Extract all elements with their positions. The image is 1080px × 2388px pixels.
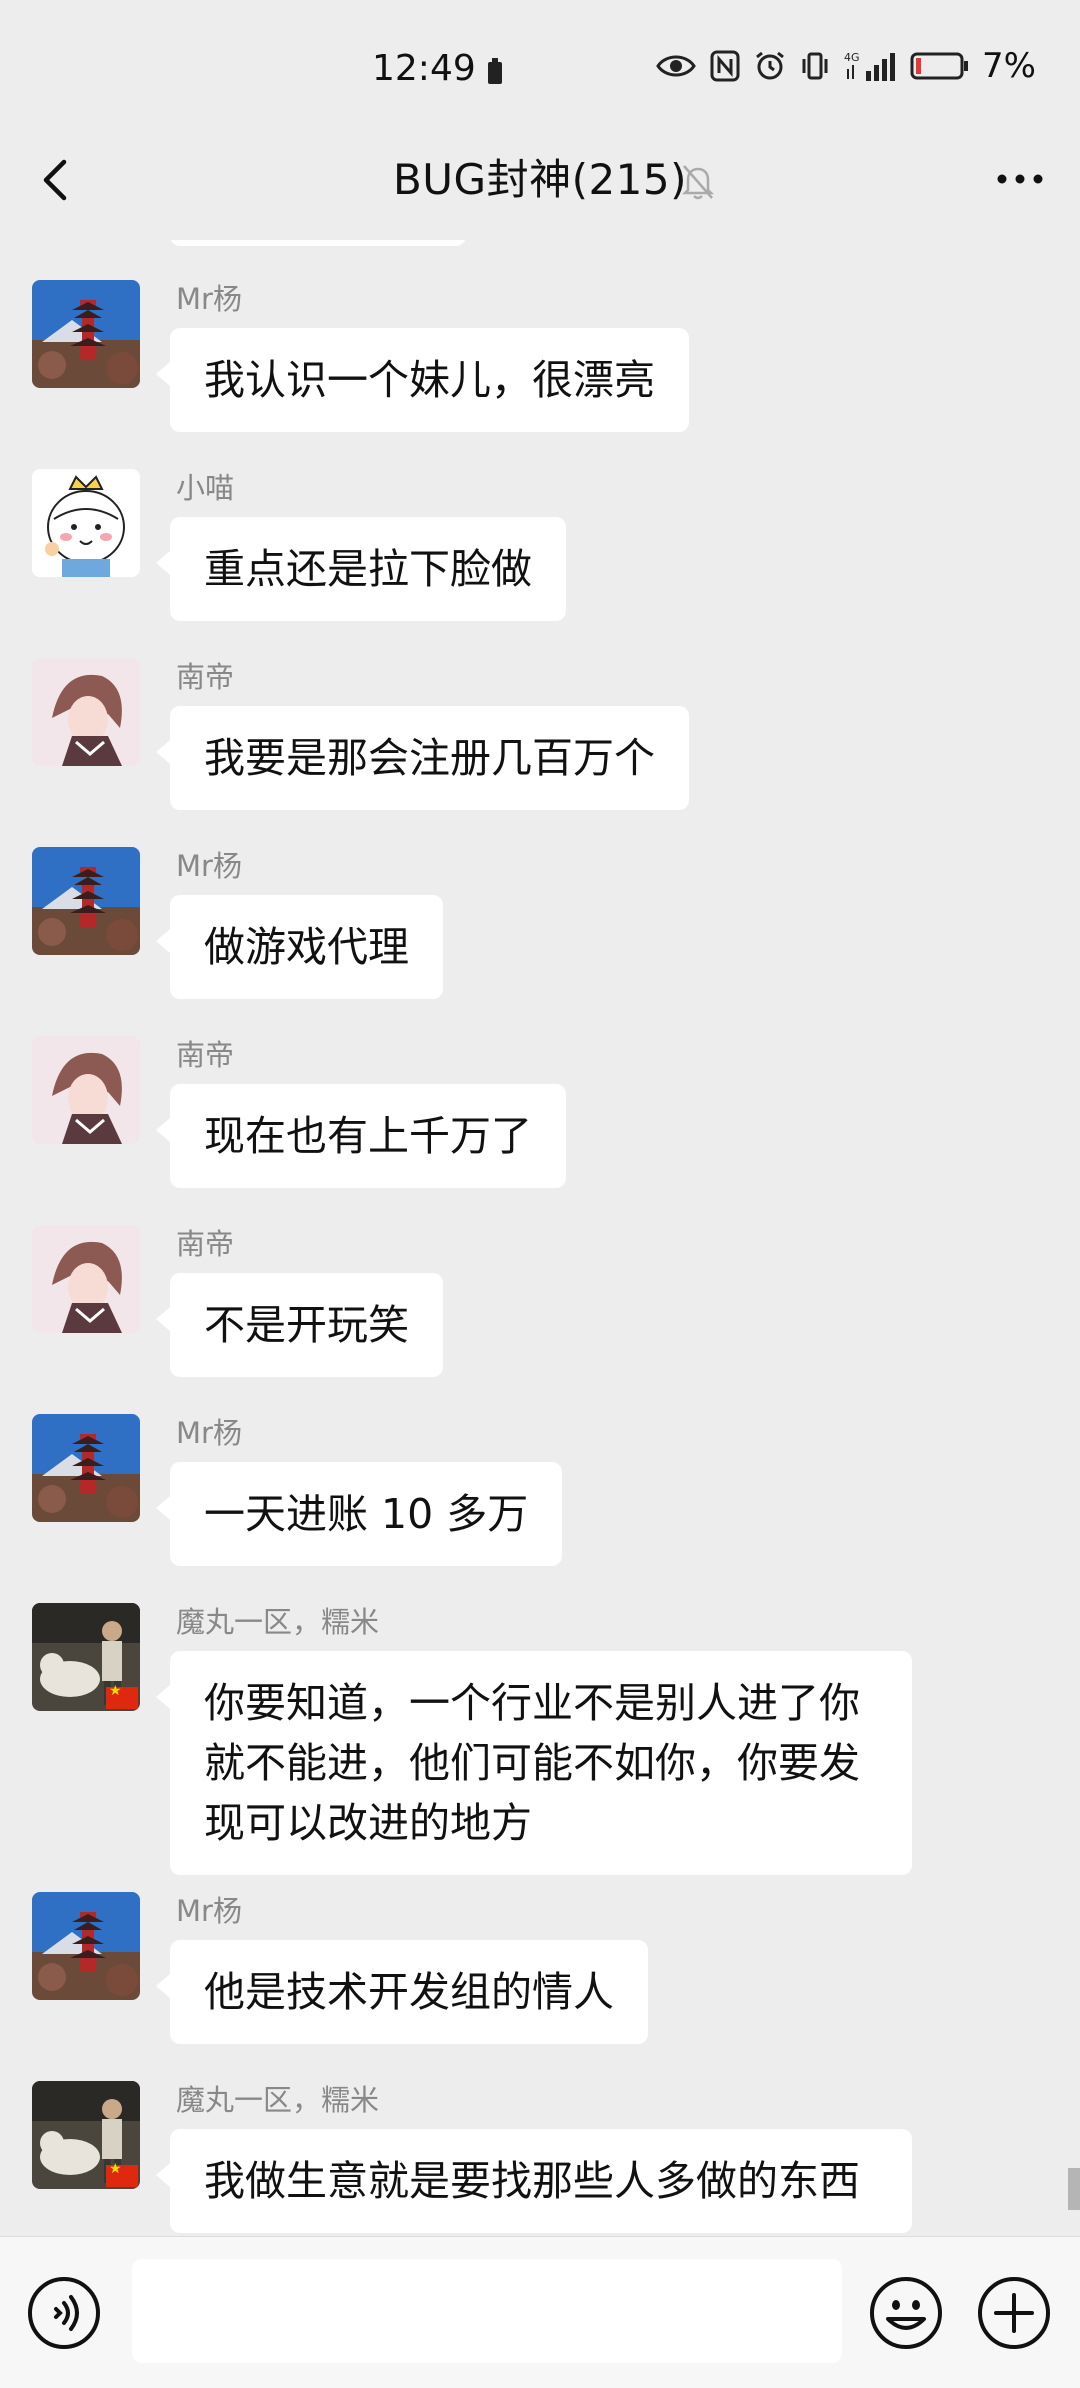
- anime-boy-avatar[interactable]: [32, 1036, 140, 1144]
- man-with-dog-avatar[interactable]: [32, 1603, 140, 1711]
- battery-percent: 7%: [982, 46, 1036, 86]
- sender-name: 南帝: [176, 660, 235, 694]
- sender-name: Mr杨: [176, 1894, 242, 1928]
- message-bubble[interactable]: 现在也有上千万了: [156, 1084, 566, 1188]
- sender-name: 小喵: [176, 471, 235, 505]
- mute-bell-icon: [681, 165, 715, 200]
- anime-boy-avatar[interactable]: [32, 1225, 140, 1333]
- eye-icon: [656, 55, 696, 77]
- message-bubble[interactable]: 做游戏代理: [156, 895, 443, 999]
- nfc-icon: [710, 50, 740, 82]
- message-bubble[interactable]: 我做生意就是要找那些人多做的东西: [156, 2129, 912, 2233]
- sender-name: Mr杨: [176, 1416, 242, 1450]
- message-bubble[interactable]: 我认识一个妹儿，很漂亮: [156, 328, 689, 432]
- pagoda-avatar[interactable]: [32, 847, 140, 955]
- vibrate-icon: [802, 52, 828, 80]
- chat-header: BUG封神(215): [0, 120, 1080, 240]
- message-bubble[interactable]: 不是开玩笑: [156, 1273, 443, 1377]
- pagoda-avatar[interactable]: [32, 1892, 140, 2000]
- china-flag-badge: [106, 1683, 138, 1709]
- chat-title: BUG封神(215): [392, 155, 688, 204]
- sender-name: 魔丸一区，糯米: [176, 1605, 380, 1639]
- sender-name: Mr杨: [176, 849, 242, 883]
- signal-4g-icon: 4G: [844, 51, 896, 81]
- sender-name: 南帝: [176, 1038, 235, 1072]
- message-bubble[interactable]: 他是技术开发组的情人: [156, 1940, 648, 2044]
- message-list[interactable]: Mr杨 我认识一个妹儿，很漂亮 小喵 重点还是拉下脸做 南帝 我要是那会注册几百…: [0, 240, 1080, 2236]
- status-icons: 4G 7%: [656, 46, 1036, 86]
- status-bar: 12:49 4G 7%: [0, 0, 1080, 140]
- sender-name: 魔丸一区，糯米: [176, 2083, 380, 2117]
- alarm-icon: [756, 51, 784, 80]
- sender-name: 南帝: [176, 1227, 235, 1261]
- china-flag-badge: [106, 2161, 138, 2187]
- anime-boy-avatar[interactable]: [32, 658, 140, 766]
- battery-saver-icon: [488, 58, 502, 84]
- message-bubble[interactable]: 你要知道，一个行业不是别人进了你就不能进，他们可能不如你，你要发现可以改进的地方: [156, 1651, 912, 1875]
- pagoda-avatar[interactable]: [32, 280, 140, 388]
- emoji-icon[interactable]: [868, 2275, 944, 2351]
- cartoon-prince-avatar[interactable]: [32, 469, 140, 577]
- plus-icon[interactable]: [976, 2275, 1052, 2351]
- voice-input-icon[interactable]: [26, 2275, 102, 2351]
- status-time: 12:49: [372, 48, 476, 89]
- message-bubble[interactable]: 重点还是拉下脸做: [156, 517, 566, 621]
- message-bubble[interactable]: 一天进账 10 多万: [155, 1462, 563, 1566]
- previous-message-bubble: [170, 240, 466, 246]
- battery-low-icon: [910, 52, 969, 80]
- more-options-icon[interactable]: [990, 154, 1050, 204]
- svg-text:4G: 4G: [844, 51, 860, 64]
- pagoda-avatar[interactable]: [32, 1414, 140, 1522]
- man-with-dog-avatar[interactable]: [32, 2081, 140, 2189]
- sender-name: Mr杨: [176, 282, 242, 316]
- message-input[interactable]: [132, 2259, 842, 2363]
- message-bubble[interactable]: 我要是那会注册几百万个: [156, 706, 689, 810]
- input-bar: [0, 2236, 1080, 2388]
- scrollbar-thumb[interactable]: [1068, 2168, 1080, 2210]
